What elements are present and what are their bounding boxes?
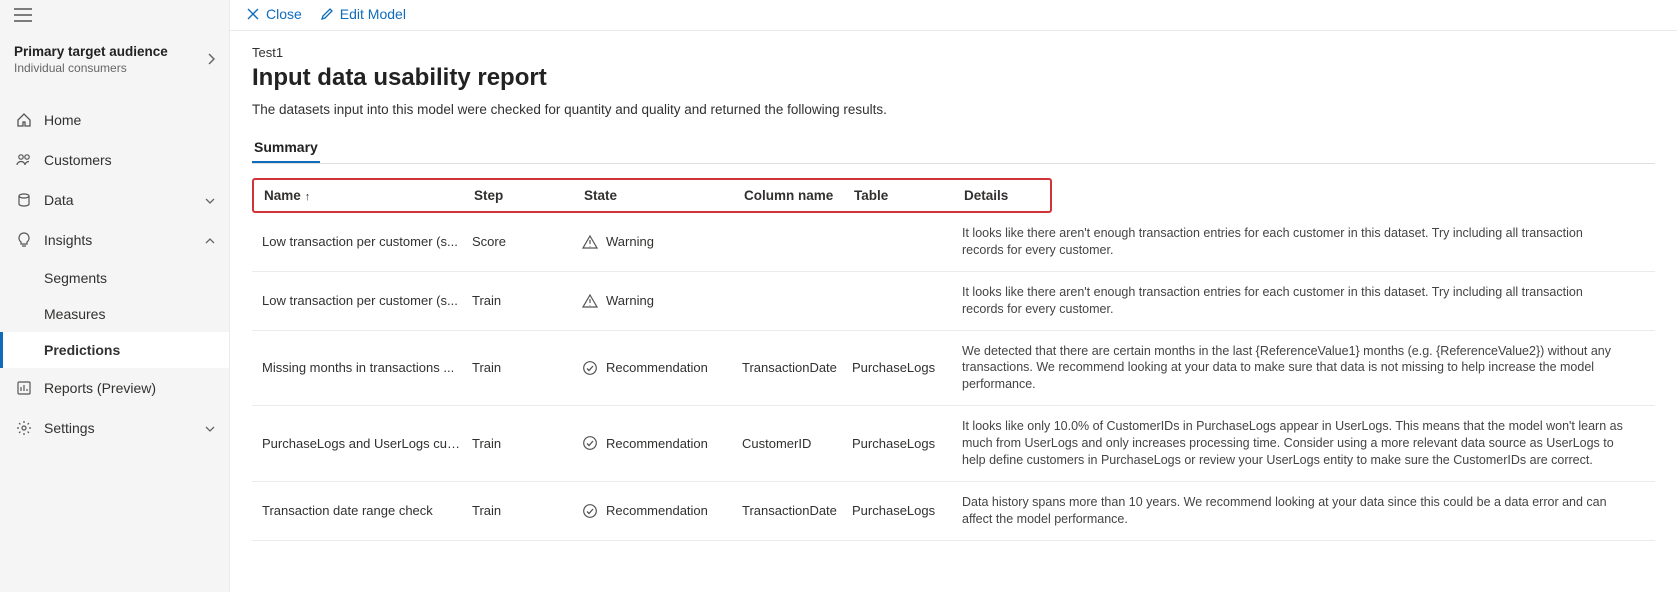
cell-state: Recommendation	[582, 435, 742, 451]
edit-label: Edit Model	[340, 6, 406, 22]
nav-label: Data	[44, 192, 74, 208]
tab-summary[interactable]: Summary	[252, 133, 320, 163]
cell-column: TransactionDate	[742, 503, 852, 518]
warning-icon	[582, 293, 598, 309]
cell-table: PurchaseLogs	[852, 503, 962, 518]
table-row[interactable]: Transaction date range checkTrainRecomme…	[252, 482, 1655, 541]
cell-step: Score	[472, 234, 582, 249]
cell-step: Train	[472, 436, 582, 451]
sidebar: Primary target audience Individual consu…	[0, 0, 230, 592]
cell-column: TransactionDate	[742, 360, 852, 375]
cell-state: Recommendation	[582, 503, 742, 519]
col-column[interactable]: Column name	[744, 188, 854, 203]
close-icon	[246, 7, 260, 21]
cell-details: It looks like there aren't enough transa…	[962, 284, 1645, 318]
nav-label: Home	[44, 112, 81, 128]
sort-asc-icon: ↑	[305, 191, 311, 203]
nav-label: Measures	[44, 306, 105, 322]
cell-details: It looks like there aren't enough transa…	[962, 225, 1645, 259]
report-icon	[14, 378, 34, 398]
cell-details: We detected that there are certain month…	[962, 343, 1645, 394]
warning-icon	[582, 234, 598, 250]
cell-column: CustomerID	[742, 436, 852, 451]
main-panel: Close Edit Model Test1 Input data usabil…	[230, 0, 1677, 592]
cell-table: PurchaseLogs	[852, 360, 962, 375]
cell-name: Missing months in transactions ...	[262, 360, 472, 375]
table-row[interactable]: Low transaction per customer (s...ScoreW…	[252, 213, 1655, 272]
nav-label: Predictions	[44, 342, 120, 358]
nav-home[interactable]: Home	[0, 100, 229, 140]
col-details[interactable]: Details	[964, 188, 1040, 203]
chevron-right-icon	[201, 52, 215, 68]
home-icon	[14, 110, 34, 130]
cell-step: Train	[472, 503, 582, 518]
audience-selector[interactable]: Primary target audience Individual consu…	[0, 28, 229, 86]
hamburger-menu-button[interactable]	[0, 0, 229, 28]
table-row[interactable]: Missing months in transactions ...TrainR…	[252, 331, 1655, 407]
check-circle-icon	[582, 503, 598, 519]
lightbulb-icon	[14, 230, 34, 250]
audience-title: Primary target audience	[14, 44, 168, 61]
col-table[interactable]: Table	[854, 188, 964, 203]
table-header-row: Name↑ Step State Column name Table Detai…	[252, 178, 1052, 213]
cell-name: Low transaction per customer (s...	[262, 234, 472, 249]
check-circle-icon	[582, 360, 598, 376]
cell-table: PurchaseLogs	[852, 436, 962, 451]
nav-insights[interactable]: Insights	[0, 220, 229, 260]
nav-data[interactable]: Data	[0, 180, 229, 220]
cell-name: Low transaction per customer (s...	[262, 293, 472, 308]
col-name[interactable]: Name↑	[264, 188, 474, 203]
nav-label: Customers	[44, 152, 112, 168]
people-icon	[14, 150, 34, 170]
page-description: The datasets input into this model were …	[252, 102, 1655, 117]
close-label: Close	[266, 6, 302, 22]
nav-label: Insights	[44, 232, 92, 248]
col-step[interactable]: Step	[474, 188, 584, 203]
nav-measures[interactable]: Measures	[0, 296, 229, 332]
command-bar: Close Edit Model	[230, 0, 1677, 31]
cell-state: Recommendation	[582, 360, 742, 376]
cell-name: PurchaseLogs and UserLogs cus...	[262, 436, 472, 451]
cell-step: Train	[472, 360, 582, 375]
audience-subtitle: Individual consumers	[14, 61, 168, 76]
cell-state: Warning	[582, 293, 742, 309]
cell-step: Train	[472, 293, 582, 308]
table-row[interactable]: PurchaseLogs and UserLogs cus...TrainRec…	[252, 406, 1655, 482]
close-button[interactable]: Close	[246, 6, 302, 22]
nav-predictions[interactable]: Predictions	[0, 332, 229, 368]
cell-state: Warning	[582, 234, 742, 250]
col-state[interactable]: State	[584, 188, 744, 203]
cell-details: Data history spans more than 10 years. W…	[962, 494, 1645, 528]
cell-details: It looks like only 10.0% of CustomerIDs …	[962, 418, 1645, 469]
nav-segments[interactable]: Segments	[0, 260, 229, 296]
page-title: Input data usability report	[252, 64, 1655, 92]
chevron-up-icon	[205, 233, 215, 247]
nav-label: Segments	[44, 270, 107, 286]
cell-name: Transaction date range check	[262, 503, 472, 518]
check-circle-icon	[582, 435, 598, 451]
table-row[interactable]: Low transaction per customer (s...TrainW…	[252, 272, 1655, 331]
nav-label: Settings	[44, 420, 95, 436]
database-icon	[14, 190, 34, 210]
gear-icon	[14, 418, 34, 438]
nav-label: Reports (Preview)	[44, 380, 156, 396]
nav-reports[interactable]: Reports (Preview)	[0, 368, 229, 408]
chevron-down-icon	[205, 421, 215, 435]
nav-settings[interactable]: Settings	[0, 408, 229, 448]
chevron-down-icon	[205, 193, 215, 207]
nav-customers[interactable]: Customers	[0, 140, 229, 180]
edit-icon	[320, 7, 334, 21]
breadcrumb[interactable]: Test1	[252, 45, 1655, 60]
edit-model-button[interactable]: Edit Model	[320, 6, 406, 22]
